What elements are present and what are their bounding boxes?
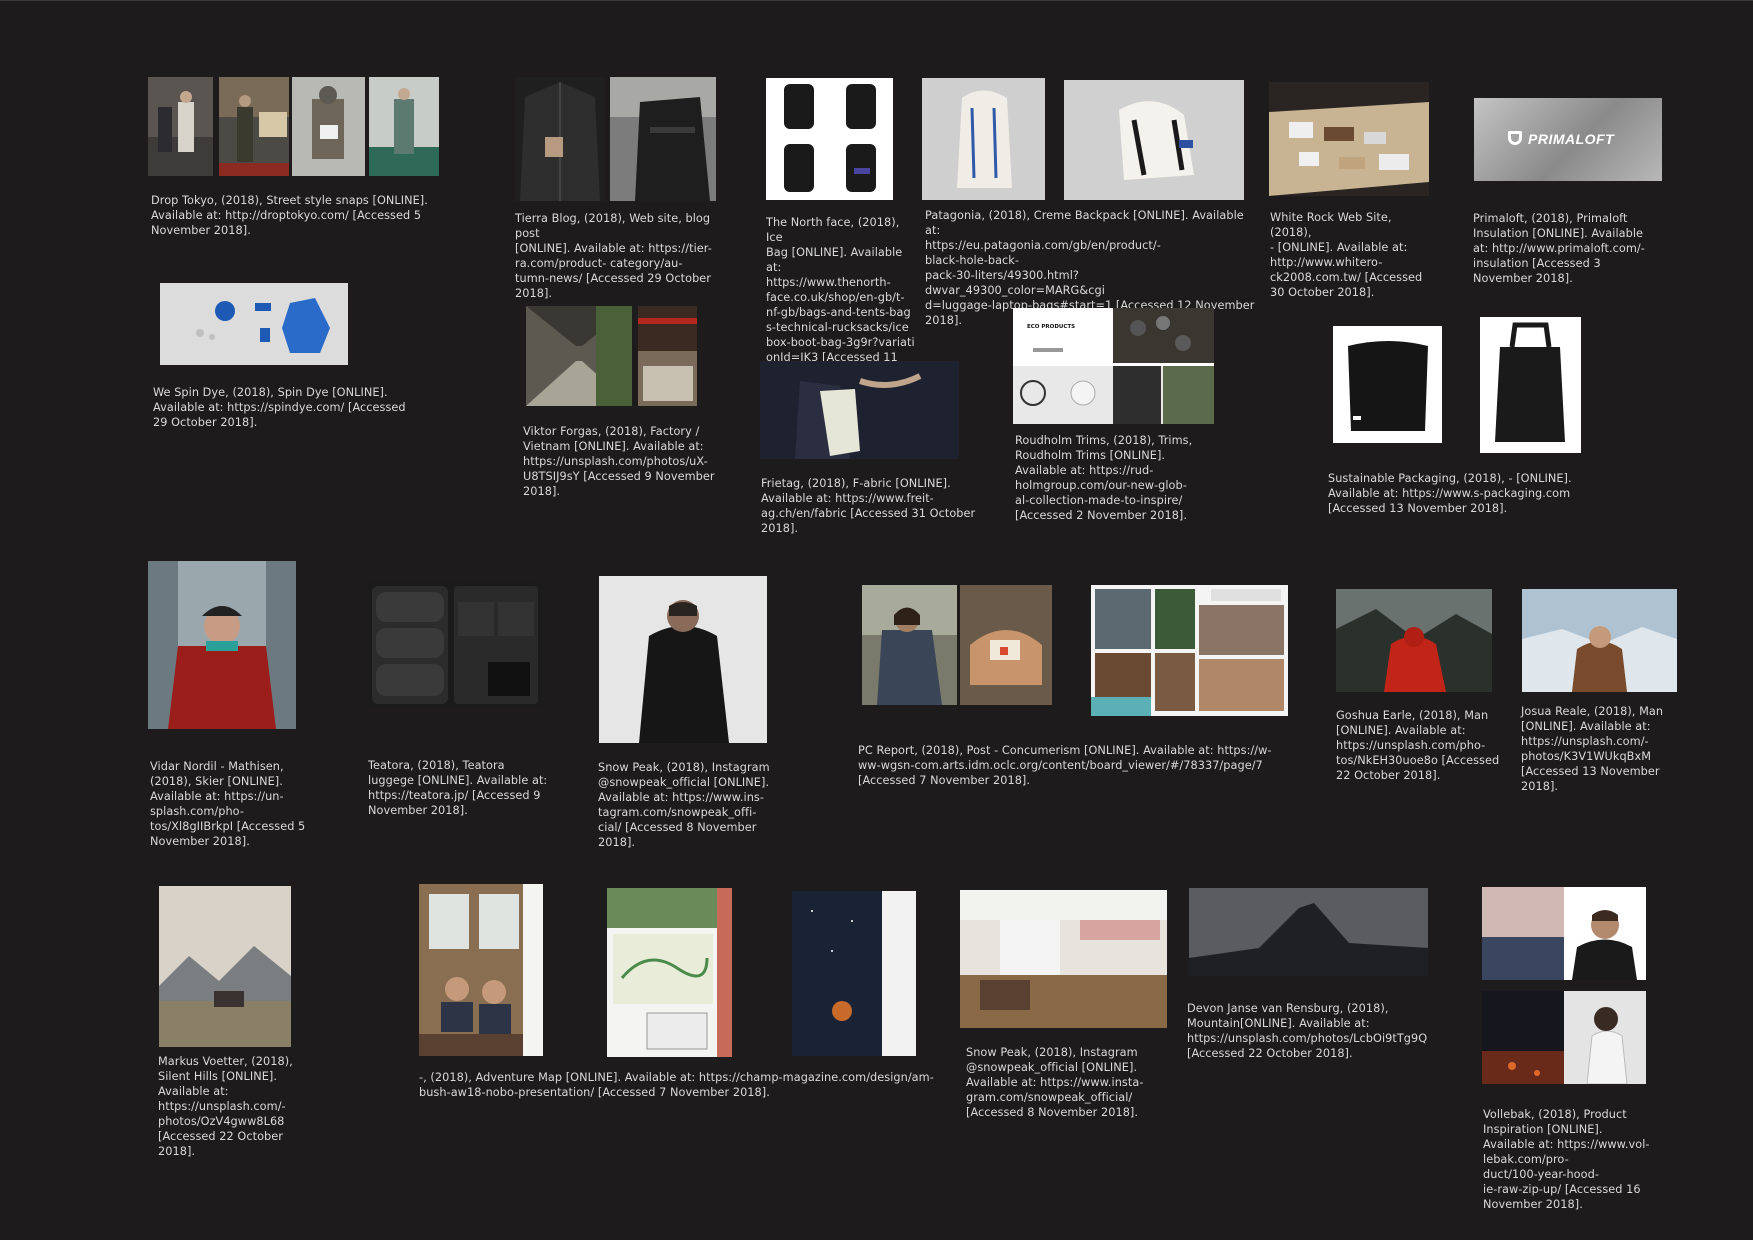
vidar-photo — [148, 561, 296, 729]
tierra-photo-jacket — [515, 77, 605, 201]
caption-adventure-map: -, (2018), Adventure Map [ONLINE]. Avail… — [419, 1071, 934, 1099]
pc-report-photo-2 — [960, 585, 1052, 705]
caption-frietag: Frietag, (2018), F-abric [ONLINE]. Avail… — [761, 477, 976, 535]
drop-tokyo-photo-3 — [292, 77, 365, 176]
teatora-photo — [368, 582, 542, 708]
caption-josua: Josua Reale, (2018), Man [ONLINE]. Avail… — [1521, 705, 1664, 793]
top-border — [0, 0, 1753, 1]
patagonia-photo-2 — [1064, 80, 1244, 200]
caption-viktor: Viktor Forgas, (2018), Factory / Vietnam… — [523, 425, 715, 498]
frietag-photo — [760, 361, 959, 459]
vollebak-photo-1 — [1482, 887, 1646, 980]
sustainable-photo-2 — [1480, 317, 1581, 453]
white-rock-photo — [1269, 82, 1429, 196]
drop-tokyo-photo-4 — [369, 77, 439, 176]
caption-white-rock: White Rock Web Site, (2018), - [ONLINE].… — [1270, 211, 1423, 299]
adventure-map-photo-2 — [607, 888, 732, 1057]
caption-roudholm: Roudholm Trims, (2018), Trims, Roudholm … — [1015, 434, 1193, 522]
primaloft-logo: PRIMALOFT — [1528, 131, 1615, 147]
patagonia-photo-1 — [922, 78, 1045, 200]
caption-primaloft: Primaloft, (2018), Primaloft Insulation … — [1473, 212, 1645, 285]
spin-dye-photo — [160, 283, 348, 365]
viktor-photo-1 — [526, 306, 632, 406]
caption-spin-dye: We Spin Dye, (2018), Spin Dye [ONLINE]. … — [153, 386, 406, 429]
markus-photo — [159, 886, 291, 1047]
pc-report-photo-1 — [862, 585, 957, 705]
caption-drop-tokyo: Drop Tokyo, (2018), Street style snaps [… — [151, 194, 428, 237]
devon-photo — [1189, 888, 1428, 976]
primaloft-mark-icon — [1508, 131, 1522, 145]
vollebak-photo-2 — [1482, 991, 1646, 1084]
adventure-map-photo-3 — [792, 891, 916, 1056]
sustainable-photo-1 — [1333, 326, 1442, 443]
caption-snowpeak-1: Snow Peak, (2018), Instagram @snowpeak_o… — [598, 761, 770, 849]
snowpeak-photo-1 — [599, 576, 767, 743]
caption-north-face: The North face, (2018), Ice Bag [ONLINE]… — [766, 216, 915, 379]
tierra-photo-backpack — [610, 77, 716, 201]
caption-markus: Markus Voetter, (2018), Silent Hills [ON… — [158, 1055, 293, 1158]
primaloft-logo-photo: PRIMALOFT — [1474, 98, 1662, 181]
caption-vollebak: Vollebak, (2018), Product Inspiration [O… — [1483, 1108, 1650, 1211]
caption-pc-report: PC Report, (2018), Post - Concumerism [O… — [858, 744, 1272, 787]
pc-report-photo-3 — [1091, 585, 1288, 716]
drop-tokyo-photo-2 — [219, 77, 289, 176]
drop-tokyo-photo-1 — [148, 77, 213, 176]
adventure-map-photo-1 — [419, 884, 543, 1056]
goshua-photo — [1336, 589, 1492, 692]
roudholm-photo: ECO PRODUCTS — [1013, 308, 1214, 424]
north-face-photo — [766, 78, 893, 200]
caption-tierra: Tierra Blog, (2018), Web site, blog post… — [515, 212, 712, 300]
josua-photo — [1522, 589, 1677, 692]
caption-teatora: Teatora, (2018), Teatora luggege [ONLINE… — [368, 759, 548, 817]
snowpeak-photo-2 — [960, 890, 1167, 1028]
caption-devon: Devon Janse van Rensburg, (2018), Mounta… — [1187, 1002, 1428, 1060]
caption-sustainable: Sustainable Packaging, (2018), - [ONLINE… — [1328, 472, 1572, 515]
caption-snowpeak-2: Snow Peak, (2018), Instagram @snowpeak_o… — [966, 1046, 1144, 1119]
caption-vidar: Vidar Nordil - Mathisen, (2018), Skier [… — [150, 760, 306, 848]
viktor-photo-2 — [638, 306, 697, 406]
caption-goshua: Goshua Earle, (2018), Man [ONLINE]. Avai… — [1336, 709, 1500, 782]
